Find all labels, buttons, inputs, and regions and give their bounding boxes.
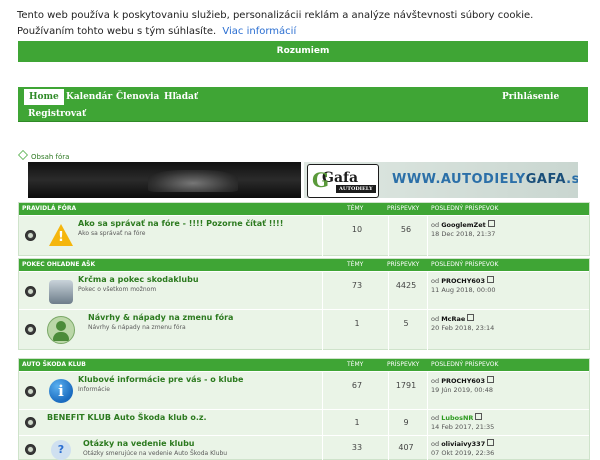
forum-topics: 1 xyxy=(354,319,360,328)
goto-post-icon[interactable] xyxy=(487,439,495,446)
forum-desc: Návrhy & nápady na zmenu fóra xyxy=(88,324,186,331)
category-header: AUTO ŠKODA KLUB TÉMY PRÍSPEVKY POSLEDNÝ … xyxy=(19,359,589,371)
forum-status-icon xyxy=(25,324,36,335)
forum-last-post: od McRae 20 Feb 2018, 23:14 xyxy=(431,314,495,332)
forum-desc: Pokec o všetkom možnom xyxy=(78,286,157,293)
forum-title[interactable]: Otázky na vedenie klubu xyxy=(83,439,195,448)
last-post-user[interactable]: PROCHY603 xyxy=(441,277,485,285)
forum-row[interactable]: Krčma a pokec skodaklubu Pokec o všetkom… xyxy=(19,271,589,310)
last-post-date: 19 Jún 2019, 00:48 xyxy=(431,386,493,394)
forum-status-icon xyxy=(25,386,36,397)
goto-post-icon[interactable] xyxy=(486,376,494,383)
forum-desc: Ako sa správať na fóre xyxy=(78,230,146,237)
forum-title[interactable]: Klubové informácie pre vás - o klube xyxy=(78,375,243,384)
forum-topics: 33 xyxy=(351,443,363,452)
forum-posts: 1791 xyxy=(395,381,417,390)
category-header: POKEC OHĽADNE AŠK TÉMY PRÍSPEVKY POSLEDN… xyxy=(19,259,589,271)
goto-post-icon[interactable] xyxy=(487,220,495,227)
banner-url: WWW.AUTODIELYGAFA.sk xyxy=(392,172,578,187)
last-post-date: 11 Aug 2018, 00:00 xyxy=(431,286,496,294)
forum-last-post: od LubosNR 14 Feb 2017, 21:35 xyxy=(431,413,495,431)
category-pokec: POKEC OHĽADNE AŠK TÉMY PRÍSPEVKY POSLEDN… xyxy=(18,258,590,350)
breadcrumb[interactable]: Obsah fóra xyxy=(18,150,69,161)
breadcrumb-label: Obsah fóra xyxy=(31,153,70,161)
nav-members[interactable]: Členovia xyxy=(116,89,159,105)
last-post-user[interactable]: LubosNR xyxy=(441,414,473,422)
forum-status-icon xyxy=(25,417,36,428)
nav-home[interactable]: Home xyxy=(24,89,64,105)
gafa-logo: G Gafa AUTODIELY xyxy=(307,164,379,198)
robot-icon xyxy=(49,280,73,304)
info-icon: i xyxy=(49,379,73,403)
avatar-icon xyxy=(47,316,75,344)
forum-topics: 67 xyxy=(351,381,363,390)
forum-status-icon xyxy=(25,286,36,297)
last-post-user[interactable]: oliviaivy337 xyxy=(441,440,485,448)
forum-row[interactable]: ? Otázky na vedenie klubu Otázky smerujú… xyxy=(19,435,589,460)
forum-row[interactable]: BENEFIT KLUB Auto Škoda klub o.z. 1 9 od… xyxy=(19,409,589,436)
category-title: AUTO ŠKODA KLUB xyxy=(22,361,86,368)
nav-login[interactable]: Prihlásenie xyxy=(502,89,559,105)
forum-title[interactable]: Krčma a pokec skodaklubu xyxy=(78,275,199,284)
banner-left[interactable] xyxy=(28,162,301,198)
car-image xyxy=(148,170,238,192)
goto-post-icon[interactable] xyxy=(475,413,483,420)
category-auto-skoda-klub: AUTO ŠKODA KLUB TÉMY PRÍSPEVKY POSLEDNÝ … xyxy=(18,358,590,460)
forum-row[interactable]: Ako sa správať na fóre - !!!! Pozorne čí… xyxy=(19,215,589,256)
cookie-notice: Tento web používa k poskytovaniu služieb… xyxy=(17,8,592,40)
main-navbar: Home Kalendár Členovia Hľadať Prihláseni… xyxy=(18,87,588,122)
col-topics: TÉMY xyxy=(347,261,364,268)
forum-posts: 407 xyxy=(398,443,414,452)
forum-row[interactable]: Návrhy & nápady na zmenu fóra Návrhy & n… xyxy=(19,309,589,350)
last-post-date: 07 Okt 2019, 22:36 xyxy=(431,449,495,457)
forum-status-icon xyxy=(25,230,36,241)
col-posts: PRÍSPEVKY xyxy=(387,205,420,212)
forum-topics: 73 xyxy=(351,281,363,290)
forum-posts: 56 xyxy=(400,225,412,234)
nav-register[interactable]: Registrovať xyxy=(28,106,86,122)
cookie-more-link[interactable]: Viac informácií xyxy=(222,26,296,37)
forum-desc: Otázky smerujúce na vedenie Auto Škoda K… xyxy=(83,450,228,457)
forum-desc: Informácie xyxy=(78,386,110,393)
col-topics: TÉMY xyxy=(347,361,364,368)
category-pravidla: PRAVIDLÁ FÓRA TÉMY PRÍSPEVKY POSLEDNÝ PR… xyxy=(18,202,590,256)
nav-search[interactable]: Hľadať xyxy=(164,89,198,105)
col-posts: PRÍSPEVKY xyxy=(387,261,420,268)
forum-topics: 1 xyxy=(354,418,360,427)
last-post-date: 14 Feb 2017, 21:35 xyxy=(431,423,495,431)
col-last: POSLEDNÝ PRÍSPEVOK xyxy=(431,361,499,368)
last-post-date: 20 Feb 2018, 23:14 xyxy=(431,324,495,332)
warning-icon xyxy=(49,224,73,246)
last-post-user[interactable]: GooglemZet xyxy=(441,221,486,229)
forum-posts: 4425 xyxy=(395,281,417,290)
nav-calendar[interactable]: Kalendár xyxy=(66,89,112,105)
forum-posts: 5 xyxy=(403,319,409,328)
category-title: PRAVIDLÁ FÓRA xyxy=(22,205,77,212)
forum-row[interactable]: i Klubové informácie pre vás - o klube I… xyxy=(19,371,589,410)
forum-last-post: od GooglemZet 18 Dec 2018, 21:37 xyxy=(431,220,496,238)
home-icon xyxy=(18,150,28,160)
goto-post-icon[interactable] xyxy=(486,276,494,283)
forum-title[interactable]: Ako sa správať na fóre - !!!! Pozorne čí… xyxy=(78,219,283,228)
goto-post-icon[interactable] xyxy=(467,314,475,321)
last-post-user[interactable]: PROCHY603 xyxy=(441,377,485,385)
forum-posts: 9 xyxy=(403,418,409,427)
forum-last-post: od PROCHY603 19 Jún 2019, 00:48 xyxy=(431,376,494,394)
cookie-accept-button[interactable]: Rozumiem xyxy=(18,41,588,62)
col-last: POSLEDNÝ PRÍSPEVOK xyxy=(431,261,499,268)
forum-title[interactable]: Návrhy & nápady na zmenu fóra xyxy=(88,313,233,322)
banner-right[interactable]: GGafa AUTODIELY WWW.AUTODIELYGAFA.sk xyxy=(304,162,578,198)
forum-topics: 10 xyxy=(351,225,363,234)
col-posts: PRÍSPEVKY xyxy=(387,361,420,368)
question-icon: ? xyxy=(51,440,71,460)
category-header: PRAVIDLÁ FÓRA TÉMY PRÍSPEVKY POSLEDNÝ PR… xyxy=(19,203,589,215)
forum-title[interactable]: BENEFIT KLUB Auto Škoda klub o.z. xyxy=(47,413,207,422)
last-post-user[interactable]: McRae xyxy=(441,315,465,323)
col-topics: TÉMY xyxy=(347,205,364,212)
forum-last-post: od PROCHY603 11 Aug 2018, 00:00 xyxy=(431,276,496,294)
col-last: POSLEDNÝ PRÍSPEVOK xyxy=(431,205,499,212)
forum-last-post: od oliviaivy337 07 Okt 2019, 22:36 xyxy=(431,439,495,457)
last-post-date: 18 Dec 2018, 21:37 xyxy=(431,230,496,238)
category-title: POKEC OHĽADNE AŠK xyxy=(22,261,96,268)
